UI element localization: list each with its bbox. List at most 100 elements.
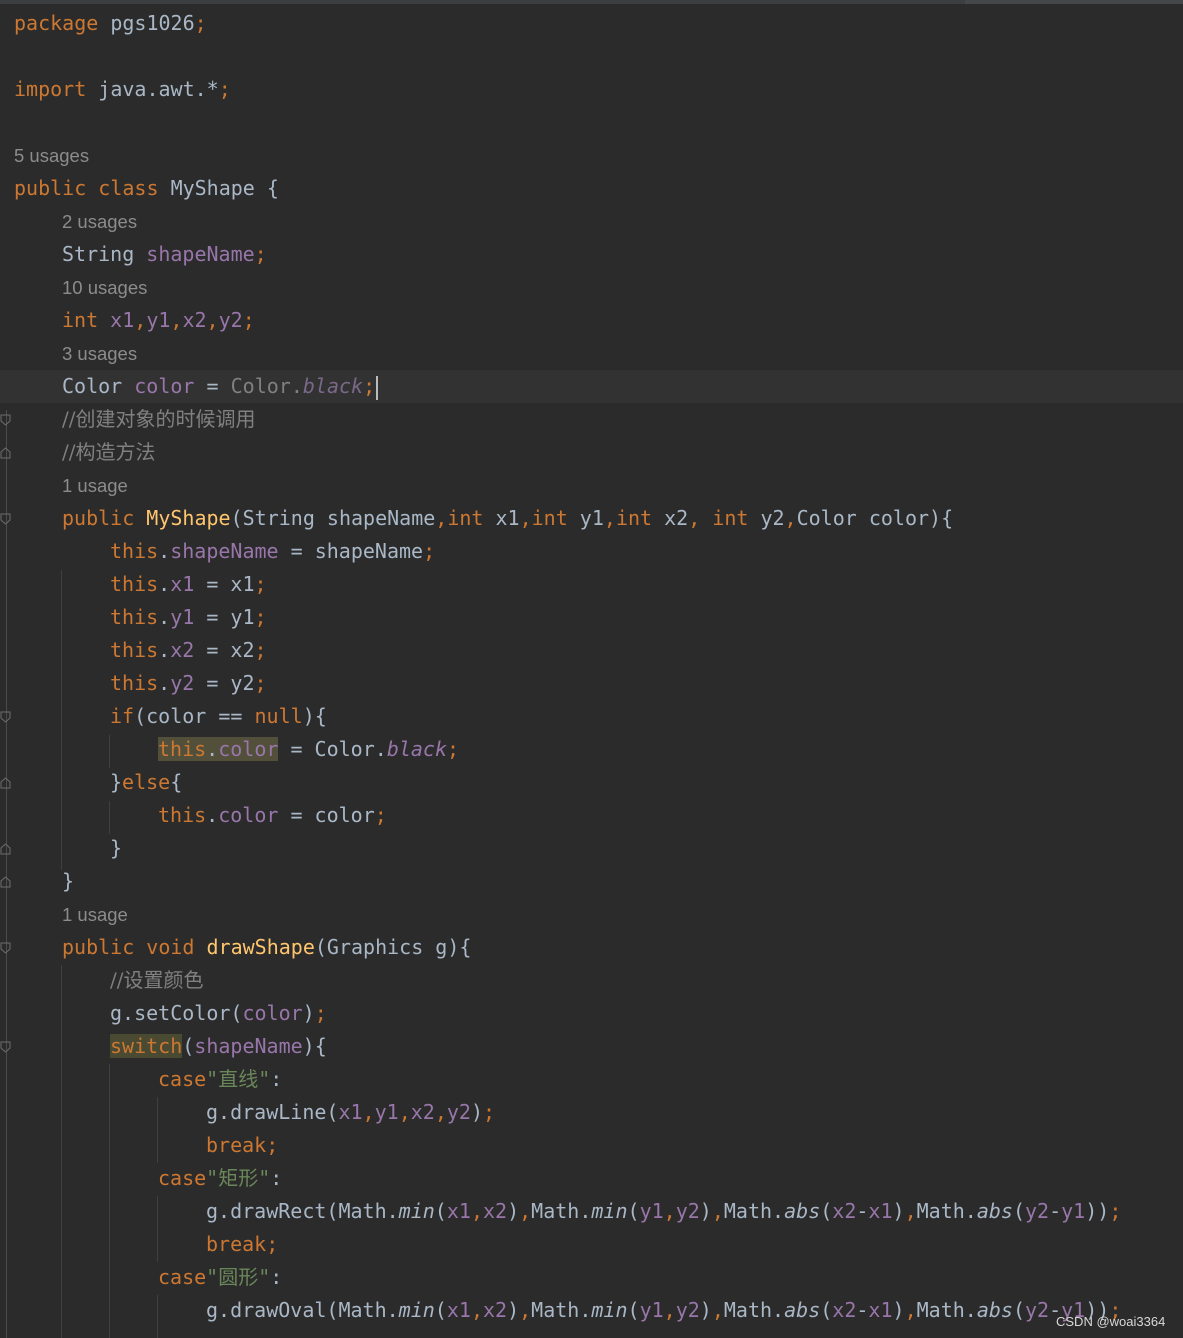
code-line-assign[interactable]: this.x1 = x1; [110, 568, 267, 601]
usages-hint[interactable]: 10 usages [62, 271, 147, 304]
code-line-assign[interactable]: this.y2 = y2; [110, 667, 267, 700]
fold-marker-icon[interactable] [0, 876, 11, 888]
code-line-else[interactable]: }else{ [110, 766, 182, 799]
expression: = x1 [194, 572, 255, 596]
method-name: drawShape [206, 935, 315, 959]
code-line-package[interactable]: package pgs1026; [14, 7, 207, 40]
call: g.drawRect( [206, 1199, 339, 1223]
code-line-field-shapename[interactable]: String shapeName; [62, 238, 267, 271]
type: String [62, 242, 135, 266]
static-field: black [302, 374, 364, 398]
code-line-assign[interactable]: this.y1 = y1; [110, 601, 267, 634]
dot: . [158, 638, 171, 662]
keyword: int [447, 506, 484, 530]
keyword: this [158, 737, 207, 761]
comma: , [434, 1100, 447, 1124]
usages-hint[interactable]: 1 usage [62, 898, 128, 931]
operator: - [856, 1298, 869, 1322]
usages-hint[interactable]: 3 usages [62, 337, 137, 370]
field: y1 [639, 1298, 664, 1322]
comma: , [519, 506, 532, 530]
code-line-comment[interactable]: //创建对象的时候调用 [62, 403, 255, 436]
code-line-case[interactable]: case"直线": [158, 1063, 282, 1096]
field: shapeName [194, 1034, 303, 1058]
code-line-switch[interactable]: switch(shapeName){ [110, 1030, 327, 1063]
fold-marker-icon[interactable] [0, 447, 11, 459]
code-line-if[interactable]: if(color == null){ [110, 700, 327, 733]
brace: } [110, 770, 123, 794]
code-line-draw-line[interactable]: g.drawLine(x1,y1,x2,y2); [206, 1096, 495, 1129]
code-line-brace[interactable]: } [110, 832, 122, 865]
usages-hint[interactable]: 5 usages [14, 139, 89, 172]
brace: } [62, 869, 75, 893]
code-line-class-declaration[interactable]: public class MyShape { [14, 172, 279, 205]
text-caret [376, 375, 379, 400]
code-line-brace[interactable]: } [62, 865, 74, 898]
indent-guide [61, 965, 62, 1338]
field: x1 [110, 308, 135, 332]
keyword: case [158, 1067, 207, 1091]
code-line-assign[interactable]: this.shapeName = shapeName; [110, 535, 435, 568]
dot: . [158, 539, 171, 563]
static-method: min [398, 1199, 435, 1223]
call: g.drawOval( [206, 1298, 339, 1322]
code-line-field-coords[interactable]: int x1,y1,x2,y2; [62, 304, 255, 337]
code-line-break[interactable]: break; [206, 1228, 278, 1261]
paren: ) [1085, 1199, 1098, 1223]
code-line-assign-color[interactable]: this.color = color; [158, 799, 387, 832]
class-ref: Math. [723, 1298, 785, 1322]
code-line-field-color[interactable]: Color color = Color.black; [62, 370, 379, 403]
code-line-import[interactable]: import java.awt.*; [14, 73, 231, 106]
paren: ) [1097, 1199, 1110, 1223]
string: 矩形 [218, 1166, 259, 1190]
fold-marker-icon[interactable] [0, 777, 11, 789]
keyword: class [98, 176, 159, 200]
comma: , [663, 1298, 676, 1322]
field: color [242, 1001, 303, 1025]
keyword: case [158, 1166, 207, 1190]
code-line-draw-oval[interactable]: g.drawOval(Math.min(x1,x2),Math.min(y1,y… [206, 1294, 1121, 1327]
code-line-assign-color-default[interactable]: this.color = Color.black; [158, 733, 459, 766]
fold-marker-icon[interactable] [0, 513, 11, 525]
code-line-set-color[interactable]: g.setColor(color); [110, 997, 327, 1030]
field: x1 [446, 1298, 471, 1322]
code-line-comment[interactable]: //设置颜色 [110, 964, 203, 997]
paren: ) [507, 1199, 520, 1223]
operator: - [1049, 1199, 1062, 1223]
fold-marker-icon[interactable] [0, 711, 11, 723]
field: shapeName [170, 539, 279, 563]
code-line-case[interactable]: case"圆形": [158, 1261, 282, 1294]
keyword: this [110, 572, 159, 596]
code-line-draw-rect[interactable]: g.drawRect(Math.min(x1,x2),Math.min(y1,y… [206, 1195, 1121, 1228]
fold-marker-icon[interactable] [0, 843, 11, 855]
string-quote: " [258, 1166, 271, 1190]
paren: ( [820, 1298, 833, 1322]
usages-hint[interactable]: 1 usage [62, 469, 128, 502]
keyword: int [615, 506, 653, 530]
code-line-comment[interactable]: //构造方法 [62, 436, 155, 469]
paren: ( [182, 1034, 195, 1058]
code-line-method-declaration[interactable]: public void drawShape(Graphics g){ [62, 931, 471, 964]
comma: , [519, 1298, 532, 1322]
field: y2 [675, 1298, 700, 1322]
dot: . [158, 572, 171, 596]
fold-marker-icon[interactable] [0, 414, 11, 426]
code-line-assign[interactable]: this.x2 = x2; [110, 634, 267, 667]
static-method: abs [976, 1199, 1013, 1223]
field: x1 [446, 1199, 471, 1223]
fold-marker-icon[interactable] [0, 1041, 11, 1053]
code-line-case[interactable]: case"矩形": [158, 1162, 282, 1195]
string: 圆形 [218, 1265, 259, 1289]
fold-marker-icon[interactable] [0, 942, 11, 954]
keyword: this [158, 803, 207, 827]
semicolon: ; [254, 671, 267, 695]
paren: ) [302, 1001, 315, 1025]
semicolon: ; [266, 1133, 279, 1157]
code-line-break[interactable]: break; [206, 1129, 278, 1162]
semicolon: ; [314, 1001, 327, 1025]
usages-hint[interactable]: 2 usages [62, 205, 137, 238]
field: y2 [446, 1100, 471, 1124]
code-line-constructor[interactable]: public MyShape(String shapeName,int x1,i… [62, 502, 953, 535]
param: x2 [652, 506, 689, 530]
code-editor[interactable]: package pgs1026; import java.awt.*; 5 us… [0, 0, 1183, 1338]
